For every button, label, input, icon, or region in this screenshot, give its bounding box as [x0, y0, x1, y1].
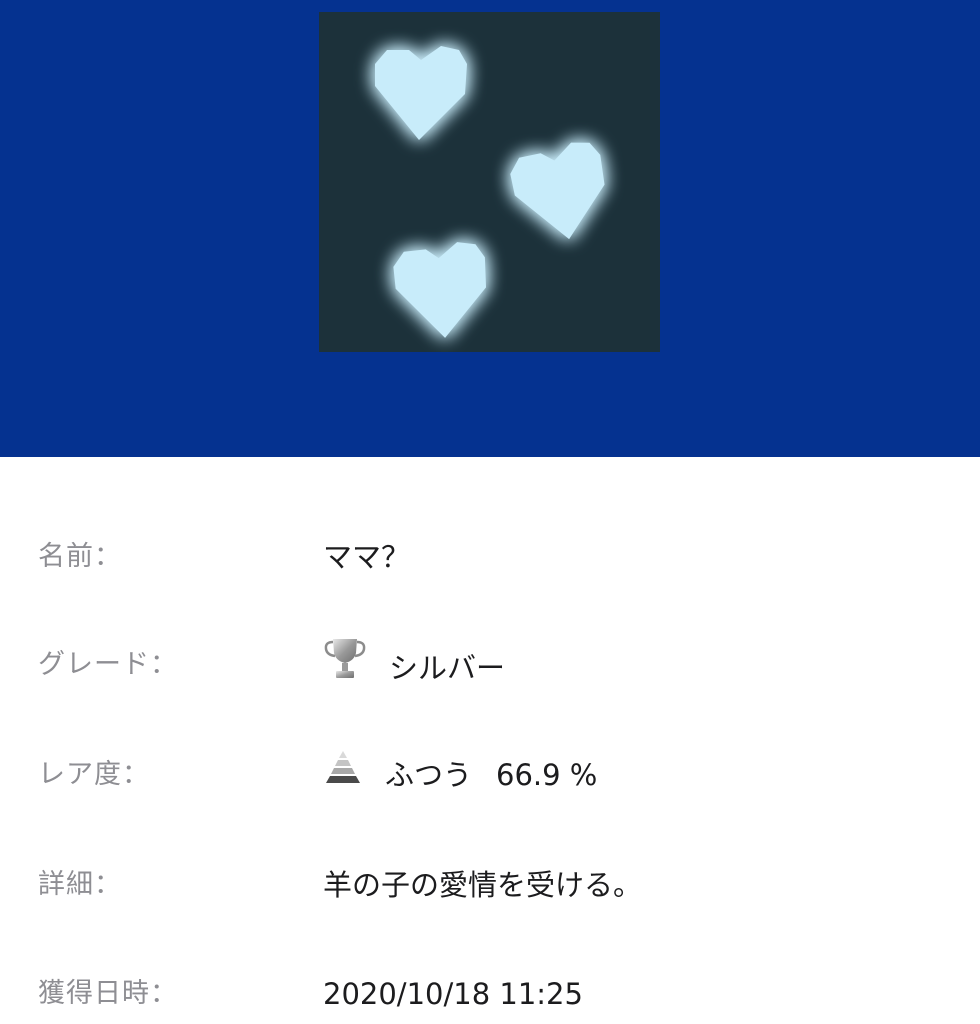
earned-row: 獲得日時： 2020/10/18 11:25	[0, 964, 980, 1024]
heart-3	[393, 242, 487, 338]
name-row: 名前： ママ？	[0, 527, 980, 587]
grade-value-wrap: シルバー	[323, 635, 505, 701]
silver-trophy-icon	[323, 635, 367, 701]
name-value: ママ？	[323, 540, 411, 574]
rarity-label: レア度：	[38, 759, 150, 790]
rarity-value: ふつう	[385, 758, 473, 792]
earned-label: 獲得日時：	[38, 978, 178, 1009]
grade-row: グレード： シルバー	[0, 635, 980, 695]
trophy-header	[0, 0, 980, 457]
earned-value: 2020/10/18 11:25	[323, 977, 583, 1011]
grade-label: グレード：	[38, 649, 178, 680]
rarity-percent: 66.9 %	[496, 758, 598, 792]
rarity-row: レア度： ふつう 66.9 %	[0, 745, 980, 805]
trophy-details: 名前： ママ？ グレード： シルバー レア度： ふつう 66.9 % 詳細： 羊…	[0, 457, 980, 1024]
grade-value: シルバー	[389, 651, 506, 685]
description-row: 詳細： 羊の子の愛情を受ける。	[0, 855, 980, 915]
description-label: 詳細：	[38, 869, 122, 900]
heart-2	[510, 142, 605, 240]
trophy-image	[319, 12, 660, 352]
heart-1	[375, 46, 467, 140]
rarity-pyramid-icon	[323, 745, 363, 805]
rarity-value-wrap: ふつう 66.9 %	[323, 745, 597, 805]
name-label: 名前：	[38, 541, 122, 572]
glowing-hearts-icon	[375, 46, 605, 338]
description-value: 羊の子の愛情を受ける。	[323, 868, 643, 902]
